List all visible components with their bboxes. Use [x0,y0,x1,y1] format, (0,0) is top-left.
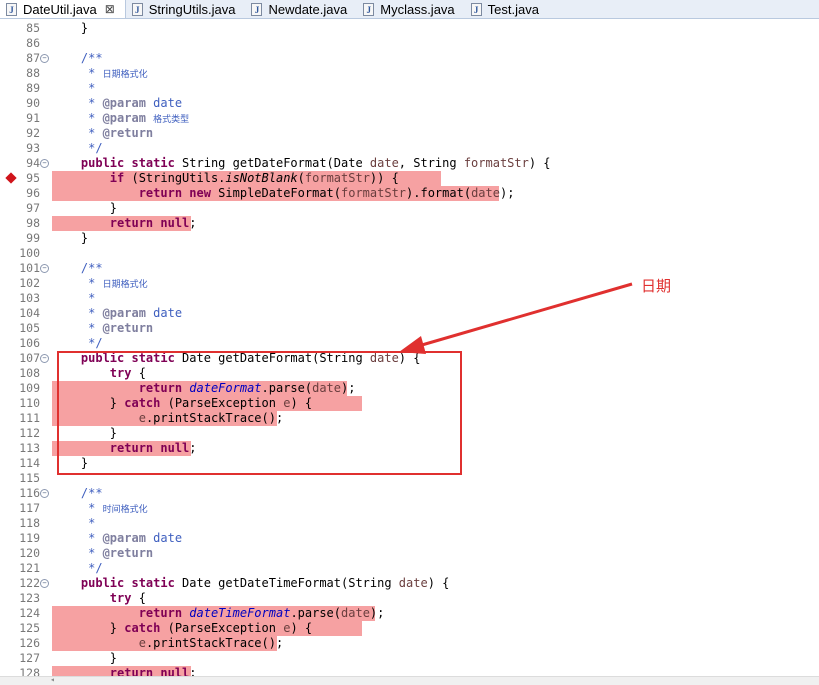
arrow-head [399,336,426,354]
scroll-left-icon[interactable]: ◂ [50,675,55,684]
arrow-shaft [414,282,633,349]
annotation-label: 日期 [641,277,672,295]
annotation-arrow [399,282,633,354]
